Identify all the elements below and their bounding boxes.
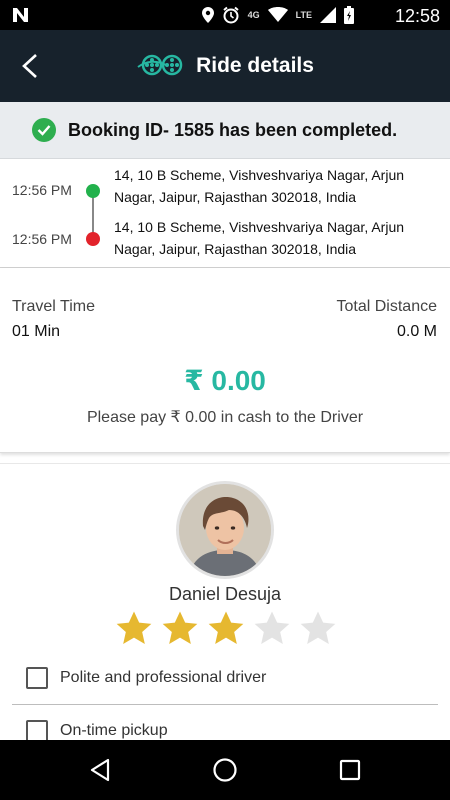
trip-summary-card: Travel Time 01 Min Total Distance 0.0 M …: [0, 268, 450, 453]
divider: [12, 704, 438, 705]
status-bar: 4G LTE 12:58: [0, 0, 450, 30]
nav-recents-button[interactable]: [334, 754, 366, 786]
total-distance-value: 0.0 M: [396, 323, 437, 340]
driver-rating-section: Daniel Desuja Polite and professional dr…: [0, 463, 450, 742]
dropoff-address: 14, 10 B Scheme, Vishveshvariya Nagar, A…: [114, 219, 405, 257]
route-section: 12:56 PM 14, 10 B Scheme, Vishveshvariya…: [0, 160, 450, 268]
star-filled-icon[interactable]: [206, 609, 246, 649]
pickup-dot-icon: [86, 184, 100, 198]
feedback-label-ontime: On-time pickup: [60, 722, 168, 739]
nav-back-button[interactable]: [84, 754, 116, 786]
pickup-row: 12:56 PM 14, 10 B Scheme, Vishveshvariya…: [0, 164, 450, 214]
star-filled-icon[interactable]: [114, 609, 154, 649]
pickup-address: 14, 10 B Scheme, Vishveshvariya Nagar, A…: [114, 167, 405, 205]
app-bar: Ride details: [0, 30, 450, 102]
feedback-item-polite[interactable]: Polite and professional driver: [26, 667, 266, 689]
checkbox-polite[interactable]: [26, 667, 48, 689]
dropoff-dot-icon: [86, 232, 100, 246]
network-4g-label: 4G: [247, 10, 260, 20]
checkbox-ontime[interactable]: [26, 720, 48, 742]
check-circle-icon: [32, 118, 56, 142]
dropoff-time: 12:56 PM: [12, 231, 72, 247]
triangle-back-icon: [90, 758, 110, 782]
status-time: 12:58: [394, 6, 440, 26]
location-icon: [201, 6, 214, 24]
network-lte-label: LTE: [295, 10, 312, 20]
circle-home-icon: [213, 758, 237, 782]
travel-time-value: 01 Min: [12, 323, 61, 340]
feedback-item-ontime[interactable]: On-time pickup: [26, 720, 168, 742]
chevron-left-icon: [22, 54, 37, 78]
booking-status-text: Booking ID- 1585 has been completed.: [68, 119, 398, 140]
total-distance-label: Total Distance: [336, 298, 438, 315]
battery-icon: [344, 6, 354, 24]
square-recents-icon: [339, 759, 361, 781]
signal-icon: [320, 6, 336, 24]
dropoff-row: 12:56 PM 14, 10 B Scheme, Vishveshvariya…: [0, 216, 450, 266]
n-logo-icon: [12, 7, 30, 28]
driver-name: Daniel Desuja: [168, 584, 282, 604]
star-filled-icon[interactable]: [160, 609, 200, 649]
page-title: Ride details: [196, 54, 314, 77]
star-empty-icon[interactable]: [298, 609, 338, 649]
status-icons: 4G LTE: [201, 6, 354, 24]
star-rating[interactable]: [114, 609, 338, 649]
system-nav-bar: [0, 740, 450, 800]
payment-note: Please pay ₹ 0.00 in cash to the Driver: [86, 409, 364, 426]
driver-avatar: [176, 481, 274, 579]
alarm-icon: [222, 6, 240, 24]
pickup-time: 12:56 PM: [12, 182, 72, 198]
nav-home-button[interactable]: [209, 754, 241, 786]
wifi-icon: [267, 6, 288, 24]
back-button[interactable]: [14, 50, 46, 82]
fare-amount: ₹ 0.00: [184, 365, 266, 396]
booking-status-banner: Booking ID- 1585 has been completed.: [0, 102, 450, 159]
travel-time-label: Travel Time: [12, 298, 95, 315]
film-reel-logo-icon: [136, 49, 186, 84]
star-empty-icon[interactable]: [252, 609, 292, 649]
feedback-label-polite: Polite and professional driver: [60, 669, 267, 686]
